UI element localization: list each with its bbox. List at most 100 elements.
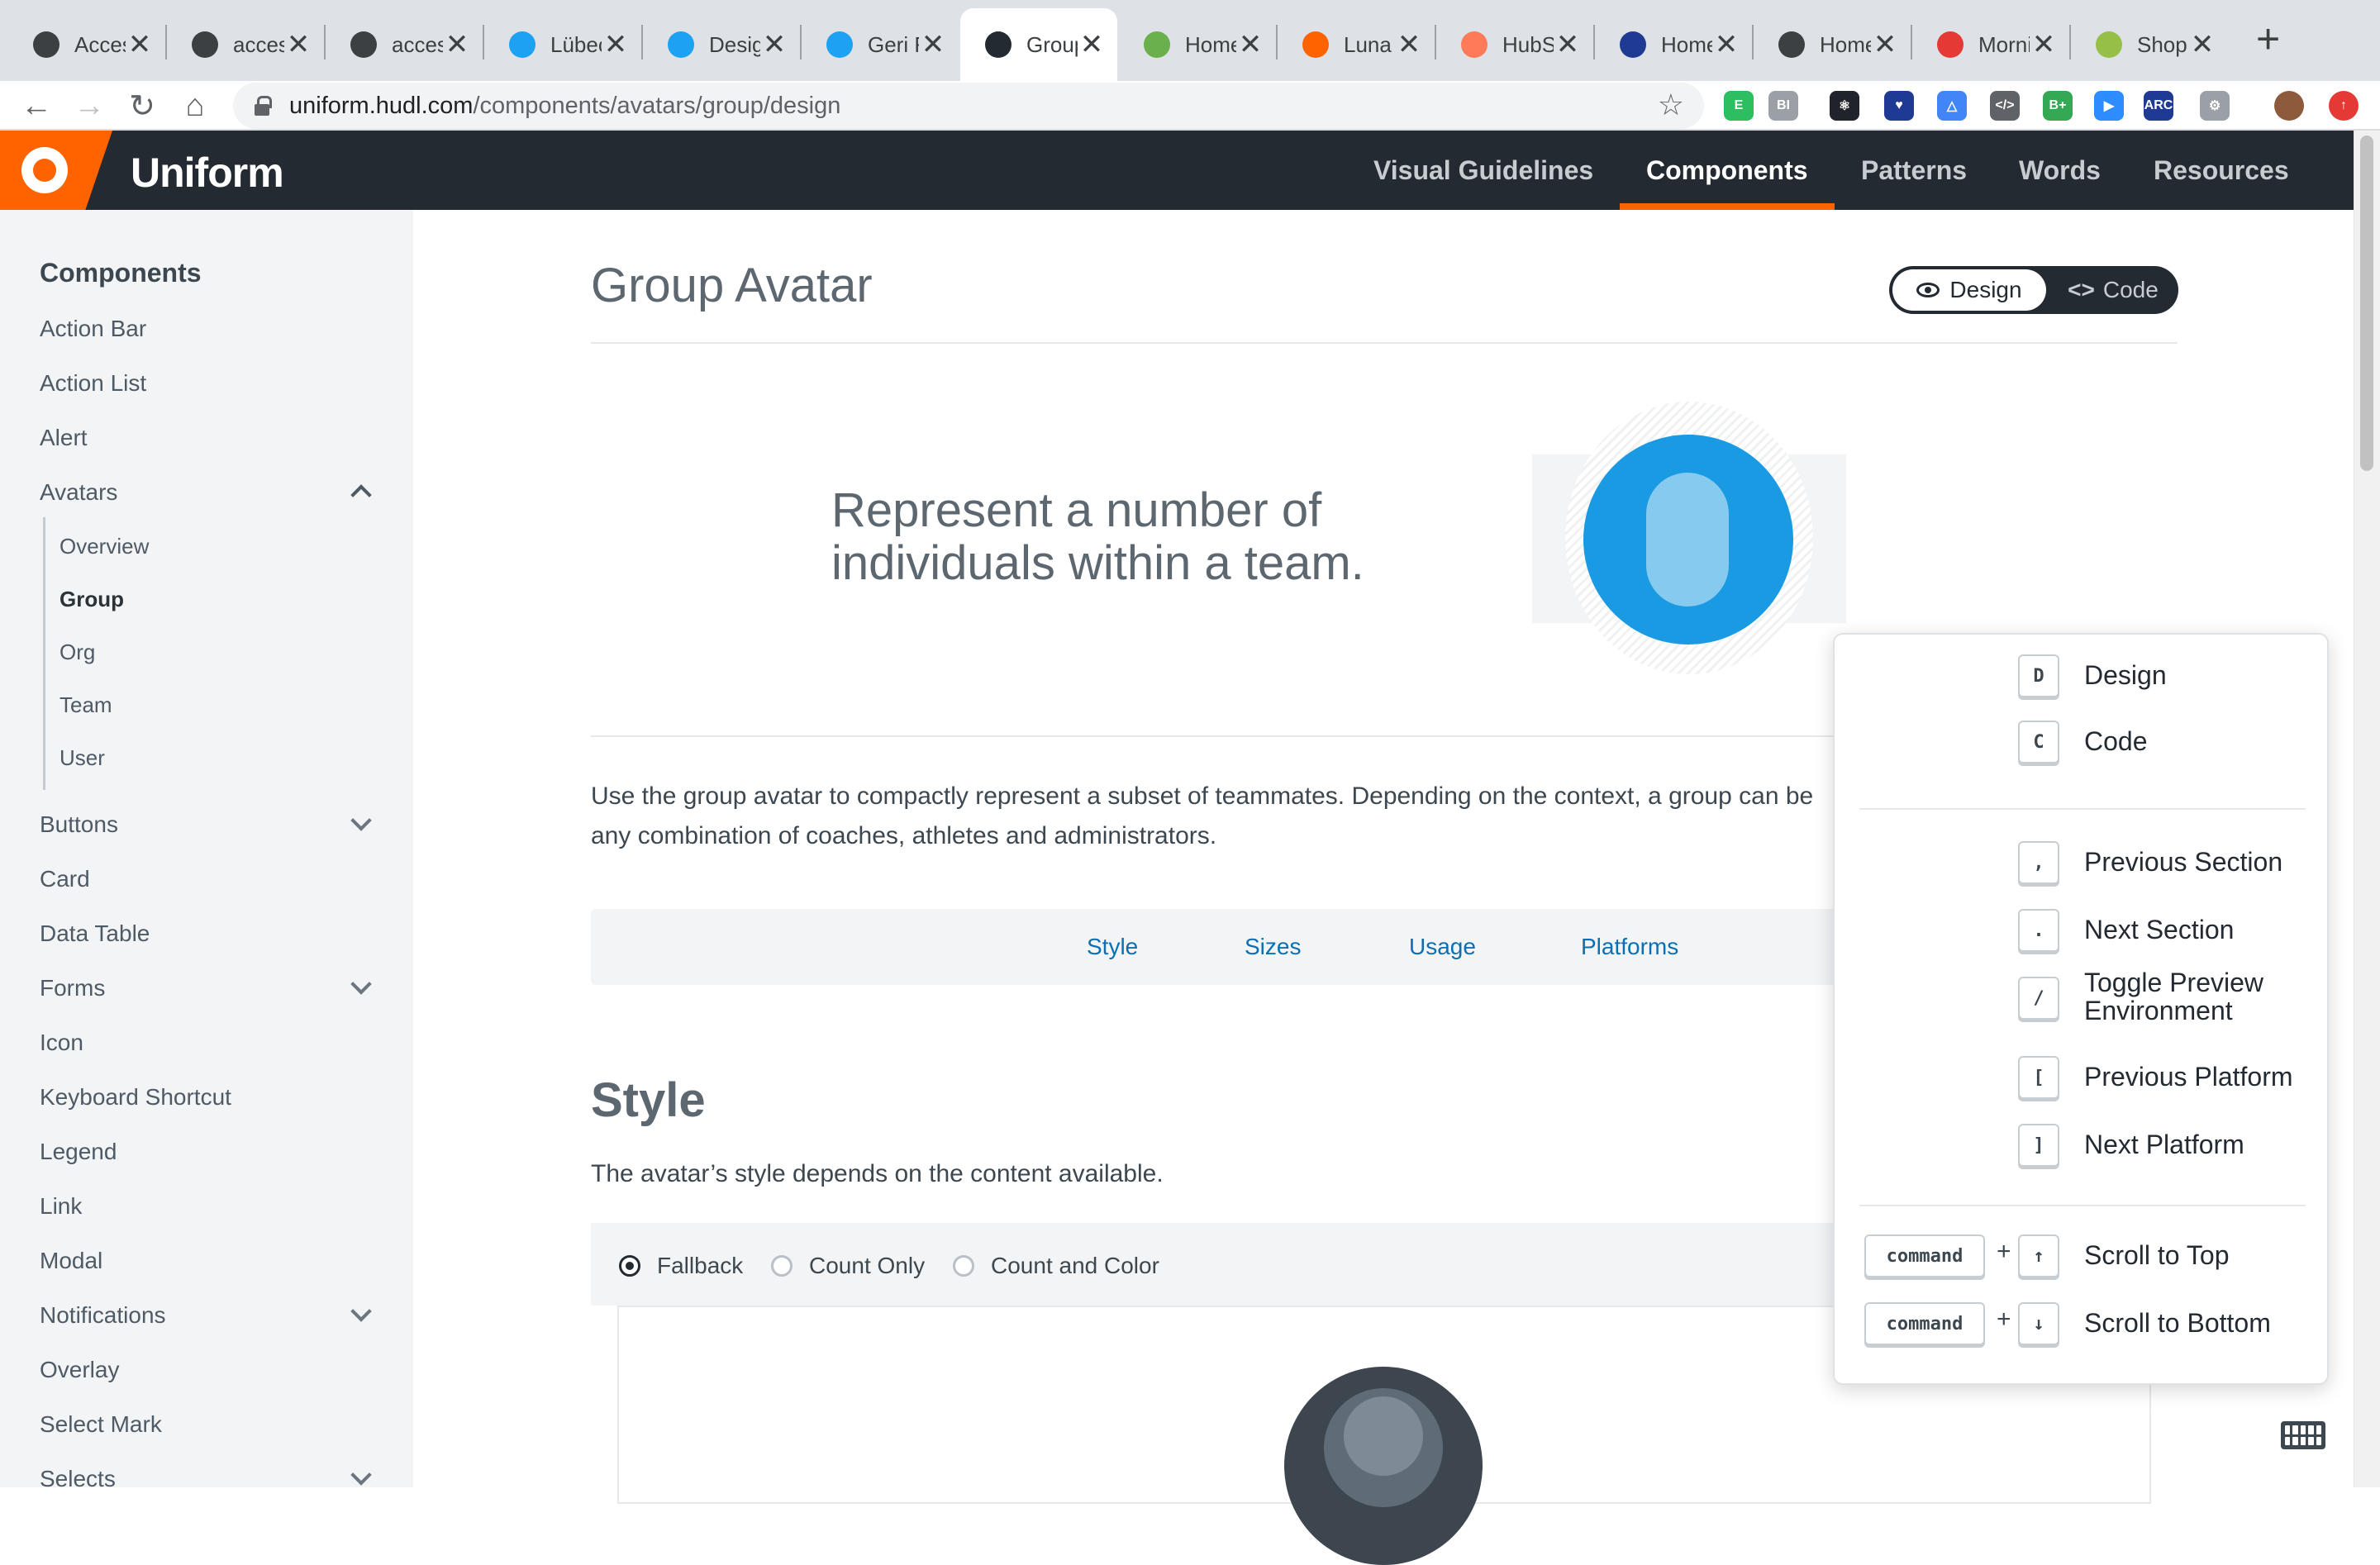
uniform-logo-icon[interactable] [21,147,68,193]
evernote-icon[interactable]: E [1724,91,1754,121]
sidebar-item-overlay[interactable]: Overlay [40,1357,119,1383]
radio-count-only[interactable]: Count Only [771,1253,925,1279]
close-tab-icon[interactable]: ✕ [443,28,471,61]
nav-components[interactable]: Components [1646,131,1808,210]
radio-count-and-color[interactable]: Count and Color [953,1253,1159,1279]
sidebar-subitem-team[interactable]: Team [60,692,112,718]
design-toggle-button[interactable]: Design [1892,269,2046,311]
nav-words[interactable]: Words [2019,131,2101,210]
globe-icon [192,31,218,58]
chevron-down-icon[interactable] [349,811,372,835]
keyboard-icon[interactable] [2281,1421,2325,1449]
sidebar-item-keyboard-shortcut[interactable]: Keyboard Shortcut [40,1084,231,1111]
new-tab-button[interactable]: + [2256,18,2280,59]
sidebar-item-notifications[interactable]: Notifications [40,1302,166,1329]
sidebar-item-select-mark[interactable]: Select Mark [40,1411,162,1438]
shortcut-group-divider [1859,808,2306,810]
code-toggle-button[interactable]: <> Code [2051,269,2175,311]
sidebar-item-action-bar[interactable]: Action Bar [40,316,146,342]
close-tab-icon[interactable]: ✕ [1395,28,1423,61]
nav-resources[interactable]: Resources [2154,131,2289,210]
close-tab-icon[interactable]: ✕ [602,28,630,61]
sidebar-subitem-group[interactable]: Group [60,587,124,612]
sidebar-item-selects[interactable]: Selects [40,1466,116,1492]
lock-icon [255,96,272,116]
s-icon [1302,31,1329,58]
bookmark-star-icon[interactable]: ☆ [1658,88,1684,122]
bi-icon[interactable]: BI [1768,91,1798,121]
scrollbar-thumb[interactable] [2360,136,2373,471]
sidebar-item-link[interactable]: Link [40,1193,82,1220]
subnav-platforms[interactable]: Platforms [1581,934,1678,960]
close-tab-icon[interactable]: ✕ [1871,28,1899,61]
browser-tab[interactable]: Geri R✕ [802,8,959,81]
close-tab-icon[interactable]: ✕ [1712,28,1740,61]
browser-tab[interactable]: Home✕ [1595,8,1752,81]
sidebar-item-legend[interactable]: Legend [40,1139,117,1165]
profile-avatar[interactable] [2274,91,2304,121]
browser-tab[interactable]: HubSpot✕ [1436,8,1593,81]
browser-tab[interactable]: Morning✕ [1912,8,2069,81]
subnav-usage[interactable]: Usage [1409,934,1476,960]
sidebar-item-buttons[interactable]: Buttons [40,811,118,838]
subnav-style[interactable]: Style [1087,934,1138,960]
sidebar-item-card[interactable]: Card [40,866,90,892]
browser-tab[interactable]: Lübeck✕ [484,8,641,81]
code-icon[interactable]: </> [1990,91,2020,121]
chevron-down-icon[interactable] [349,1302,372,1325]
zoom-icon[interactable]: ▶ [2094,91,2124,121]
chevron-down-icon[interactable] [349,1466,372,1489]
gear-icon[interactable]: ⚙ [2200,91,2230,121]
sidebar-item-action-list[interactable]: Action List [40,370,146,397]
chevron-up-icon[interactable] [349,479,372,502]
sidebar-subitem-overview[interactable]: Overview [60,534,149,559]
update-icon[interactable]: ↑ [2329,91,2359,121]
tab-title: Shopify [2137,31,2188,57]
sidebar-subitem-user[interactable]: User [60,745,105,771]
sidebar-item-data-table[interactable]: Data Table [40,920,150,947]
close-tab-icon[interactable]: ✕ [2030,28,2058,61]
reload-button[interactable]: ↻ [117,81,167,131]
tab-title: accessibility [233,31,284,57]
react-icon[interactable]: ⚛ [1830,91,1859,121]
browser-tab[interactable]: Home✕ [1119,8,1276,81]
close-tab-icon[interactable]: ✕ [126,28,154,61]
browser-tab[interactable]: Design✕ [643,8,800,81]
active-nav-indicator [1620,203,1835,210]
close-tab-icon[interactable]: ✕ [760,28,788,61]
browser-tab[interactable]: Home✕ [1754,8,1911,81]
brand-name[interactable]: Uniform [131,149,284,197]
chevron-down-icon[interactable] [349,975,372,998]
browser-tab[interactable]: Accessibility✕ [8,8,165,81]
close-tab-icon[interactable]: ✕ [1078,28,1106,61]
radio-fallback[interactable]: Fallback [619,1253,743,1279]
b-plus-icon[interactable]: B+ [2043,91,2073,121]
nav-visual-guidelines[interactable]: Visual Guidelines [1373,131,1593,210]
browser-tab[interactable]: Shopify✕ [2071,8,2228,81]
sidebar-item-forms[interactable]: Forms [40,975,105,1001]
close-tab-icon[interactable]: ✕ [2188,28,2216,61]
triangle-icon[interactable]: △ [1937,91,1967,121]
subnav-sizes[interactable]: Sizes [1245,934,1301,960]
home-button[interactable]: ⌂ [170,81,220,131]
sidebar-item-modal[interactable]: Modal [40,1248,102,1274]
back-button[interactable]: ← [12,81,61,131]
close-tab-icon[interactable]: ✕ [1554,28,1582,61]
sidebar-item-alert[interactable]: Alert [40,425,88,451]
address-bar[interactable]: uniform.hudl.com/components/avatars/grou… [233,83,1704,129]
arc-icon[interactable]: ARC [2144,91,2173,121]
sidebar-subitem-org[interactable]: Org [60,640,95,665]
close-tab-icon[interactable]: ✕ [919,28,947,61]
nav-patterns[interactable]: Patterns [1861,131,1967,210]
browser-tab[interactable]: accessibility✕ [167,8,324,81]
forward-button[interactable]: → [64,81,114,131]
sidebar-item-avatars[interactable]: Avatars [40,479,117,506]
close-tab-icon[interactable]: ✕ [284,28,312,61]
tab-title: HubSpot [1502,31,1554,57]
browser-tab[interactable]: Group✕ [960,8,1117,81]
close-tab-icon[interactable]: ✕ [1236,28,1264,61]
browser-tab[interactable]: accessibility✕ [326,8,483,81]
heart-icon[interactable]: ♥ [1884,91,1914,121]
sidebar-item-icon[interactable]: Icon [40,1030,83,1056]
browser-tab[interactable]: Luna ✕ [1278,8,1435,81]
